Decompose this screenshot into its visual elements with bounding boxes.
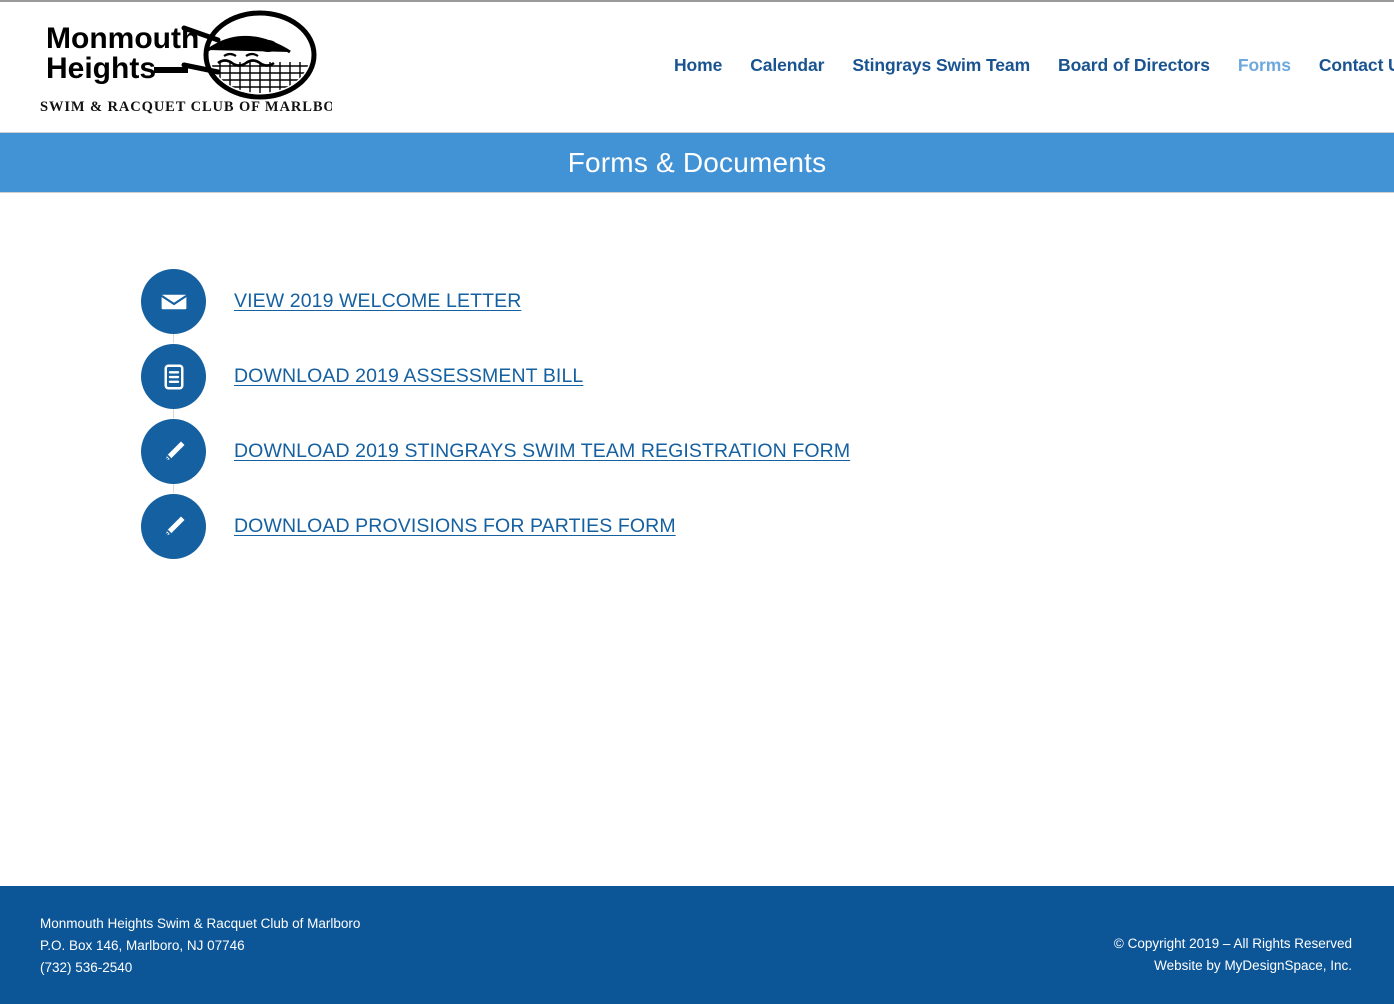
pencil-icon[interactable]	[141, 419, 206, 484]
document-link-list: VIEW 2019 WELCOME LETTER DOWNLOAD 2019 A…	[141, 264, 1141, 564]
logo-line1: Monmouth	[46, 22, 199, 55]
site-logo[interactable]: Monmouth Heights SWIM & RACQUET CLUB OF …	[32, 10, 332, 122]
logo-tagline: SWIM & RACQUET CLUB OF MARLBORO	[40, 99, 332, 115]
site-footer: Monmouth Heights Swim & Racquet Club of …	[0, 886, 1394, 1004]
tennis-racquet-swimmer-logo: Monmouth Heights SWIM & RACQUET CLUB OF …	[40, 10, 332, 115]
list-item: DOWNLOAD 2019 STINGRAYS SWIM TEAM REGIST…	[141, 414, 1141, 493]
main-navigation: Home Calendar Stingrays Swim Team Board …	[660, 55, 1394, 76]
document-link[interactable]: DOWNLOAD 2019 ASSESSMENT BILL	[234, 365, 583, 388]
pencil-icon-glyph	[164, 441, 184, 461]
document-link[interactable]: VIEW 2019 WELCOME LETTER	[234, 290, 521, 313]
document-link[interactable]: DOWNLOAD PROVISIONS FOR PARTIES FORM	[234, 515, 676, 538]
document-icon-glyph	[164, 364, 183, 389]
page-title: Forms & Documents	[567, 146, 827, 178]
footer-copyright: © Copyright 2019 – All Rights Reserved	[1113, 936, 1352, 951]
list-item: DOWNLOAD PROVISIONS FOR PARTIES FORM	[141, 489, 1141, 564]
envelope-icon[interactable]	[141, 269, 206, 334]
logo-line2: Heights	[46, 52, 156, 85]
footer-legal: © Copyright 2019 – All Rights Reserved W…	[1114, 933, 1352, 977]
pencil-icon[interactable]	[141, 494, 206, 559]
footer-club-name: Monmouth Heights Swim & Racquet Club of …	[40, 916, 361, 931]
footer-mailing-address: P.O. Box 146, Marlboro, NJ 07746	[40, 938, 245, 953]
page-title-banner: Forms & Documents	[0, 132, 1394, 193]
envelope-icon-glyph	[160, 294, 187, 309]
document-icon[interactable]	[141, 344, 206, 409]
document-link[interactable]: DOWNLOAD 2019 STINGRAYS SWIM TEAM REGIST…	[234, 440, 850, 463]
nav-item-home[interactable]: Home	[660, 55, 736, 76]
list-item: DOWNLOAD 2019 ASSESSMENT BILL	[141, 339, 1141, 418]
nav-item-calendar[interactable]: Calendar	[736, 55, 838, 76]
footer-address: Monmouth Heights Swim & Racquet Club of …	[40, 913, 360, 979]
site-header: Monmouth Heights SWIM & RACQUET CLUB OF …	[0, 2, 1394, 132]
main-content: VIEW 2019 WELCOME LETTER DOWNLOAD 2019 A…	[0, 194, 1394, 886]
nav-item-board-of-directors[interactable]: Board of Directors	[1044, 55, 1224, 76]
list-item: VIEW 2019 WELCOME LETTER	[141, 264, 1141, 343]
footer-credit: Website by MyDesignSpace, Inc.	[1154, 958, 1352, 973]
nav-item-stingrays-swim-team[interactable]: Stingrays Swim Team	[838, 55, 1044, 76]
nav-item-contact-us[interactable]: Contact Us	[1305, 55, 1394, 76]
nav-item-forms[interactable]: Forms	[1224, 55, 1305, 76]
pencil-icon-glyph	[164, 516, 184, 536]
footer-phone: (732) 536-2540	[40, 960, 133, 975]
